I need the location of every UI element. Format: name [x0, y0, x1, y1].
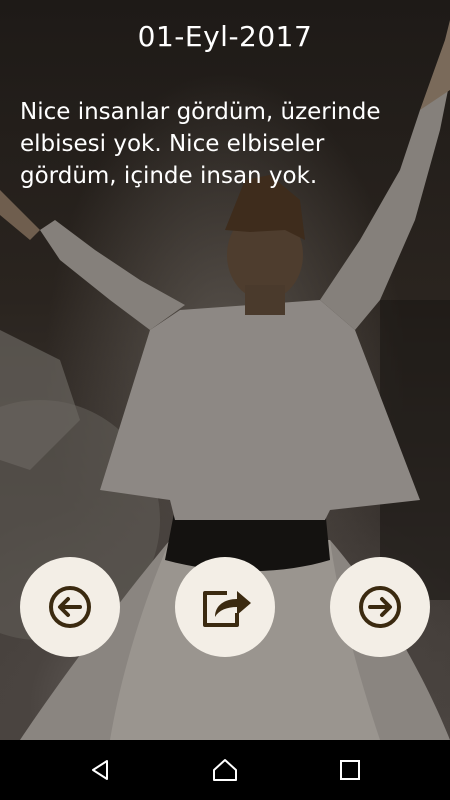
- nav-back-button[interactable]: [80, 750, 120, 790]
- previous-quote-button[interactable]: [20, 557, 120, 657]
- system-navigation-bar: [0, 740, 450, 800]
- quote-text: Nice insanlar gördüm, üzerinde elbisesi …: [20, 99, 381, 189]
- arrow-left-circle-icon: [49, 586, 91, 628]
- app-screen: 01-Eyl-2017 Nice insanlar gördüm, üzerin…: [0, 0, 450, 800]
- next-quote-button[interactable]: [330, 557, 430, 657]
- nav-home-button[interactable]: [205, 750, 245, 790]
- share-icon: [203, 591, 251, 627]
- nav-recent-apps-button[interactable]: [330, 750, 370, 790]
- back-triangle-icon: [92, 760, 108, 780]
- home-icon: [213, 759, 237, 781]
- recent-apps-icon: [340, 760, 360, 780]
- quote-date: 01-Eyl-2017: [137, 20, 313, 53]
- share-quote-button[interactable]: [175, 557, 275, 657]
- arrow-right-circle-icon: [359, 586, 401, 628]
